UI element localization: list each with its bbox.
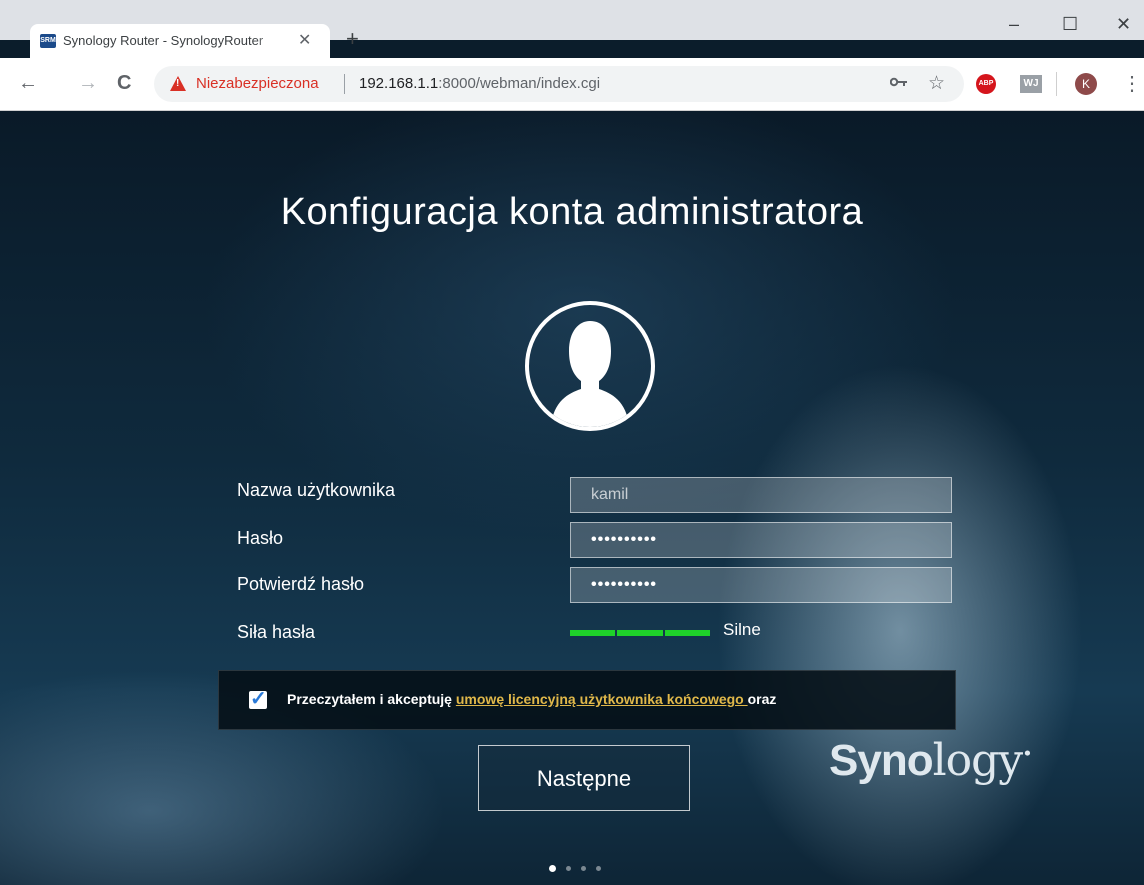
checkmark-icon: ✓ — [250, 688, 267, 710]
eula-text: Przeczytałem i akceptuję umowę licencyjn… — [287, 691, 776, 707]
new-tab-icon[interactable]: + — [346, 26, 359, 52]
address-separator — [344, 74, 345, 94]
adblock-icon[interactable]: ABP — [976, 74, 996, 94]
strength-segment — [617, 630, 663, 636]
password-strength-value: Silne — [723, 620, 761, 639]
username-input[interactable]: kamil — [570, 477, 952, 513]
logo-bold: Syno — [829, 736, 934, 785]
logo-rest: logy — [932, 735, 1024, 786]
bookmark-star-icon[interactable]: ☆ — [928, 72, 945, 95]
toolbar-separator — [1056, 72, 1057, 96]
username-label: Nazwa użytkownika — [237, 480, 396, 500]
step-indicator — [549, 865, 601, 872]
profile-avatar-icon[interactable]: K — [1075, 73, 1097, 95]
srm-favicon-icon: SRM — [40, 34, 56, 48]
setup-page: Konfiguracja konta administratora Nazwa … — [0, 111, 1144, 885]
step-dot-active[interactable] — [549, 865, 556, 872]
address-bar[interactable]: Niezabezpieczona 192.168.1.1:8000/webman… — [154, 66, 964, 102]
minimize-icon[interactable]: – — [1009, 14, 1019, 35]
browser-titlebar: SRM Synology Router - SynologyRouter ✕ +… — [0, 0, 1144, 58]
strength-segment — [570, 630, 616, 636]
eula-checkbox[interactable]: ✓ — [249, 688, 267, 710]
confirm-password-input[interactable]: •••••••••• — [570, 567, 952, 603]
password-label: Hasło — [237, 528, 284, 548]
password-strength-bar — [570, 630, 710, 636]
eula-link[interactable]: umowę licencyjną użytkownika końcowego — [456, 691, 748, 707]
browser-tab[interactable]: SRM Synology Router - SynologyRouter ✕ — [30, 24, 330, 58]
key-icon[interactable] — [889, 75, 908, 91]
step-dot[interactable] — [566, 866, 571, 871]
step-dot[interactable] — [596, 866, 601, 871]
user-avatar-icon — [525, 301, 655, 431]
synology-logo: Synology• — [829, 735, 1033, 786]
eula-text-before: Przeczytałem i akceptuję — [287, 691, 456, 707]
confirm-password-label: Potwierdź hasło — [237, 574, 365, 594]
forward-icon[interactable]: → — [78, 72, 98, 95]
insecure-label[interactable]: Niezabezpieczona — [196, 75, 319, 92]
eula-text-after: oraz — [747, 691, 777, 707]
page-title: Konfiguracja konta administratora — [280, 191, 864, 233]
url-path: :8000/webman/index.cgi — [438, 75, 601, 92]
strength-segment — [664, 630, 710, 636]
password-strength-label: Siła hasła — [237, 622, 316, 642]
browser-toolbar: ← → C Niezabezpieczona 192.168.1.1:8000/… — [0, 58, 1144, 111]
warning-icon[interactable] — [170, 76, 186, 91]
next-button[interactable]: Następne — [478, 745, 690, 811]
maximize-icon[interactable]: ☐ — [1062, 14, 1078, 35]
reload-icon[interactable]: C — [117, 72, 131, 95]
tab-title: Synology Router - SynologyRouter — [63, 33, 264, 48]
url-text[interactable]: 192.168.1.1:8000/webman/index.cgi — [359, 75, 600, 92]
wj-extension-icon[interactable]: WJ — [1020, 75, 1042, 93]
tab-close-icon[interactable]: ✕ — [298, 30, 311, 50]
url-host: 192.168.1.1 — [359, 75, 439, 92]
back-icon[interactable]: ← — [18, 72, 38, 95]
window-close-icon[interactable]: ✕ — [1116, 14, 1131, 35]
password-input[interactable]: •••••••••• — [570, 522, 952, 558]
step-dot[interactable] — [581, 866, 586, 871]
browser-menu-icon[interactable]: ⋮ — [1122, 71, 1142, 96]
logo-mark: • — [1022, 743, 1033, 765]
eula-agreement: ✓ Przeczytałem i akceptuję umowę licency… — [218, 670, 956, 730]
